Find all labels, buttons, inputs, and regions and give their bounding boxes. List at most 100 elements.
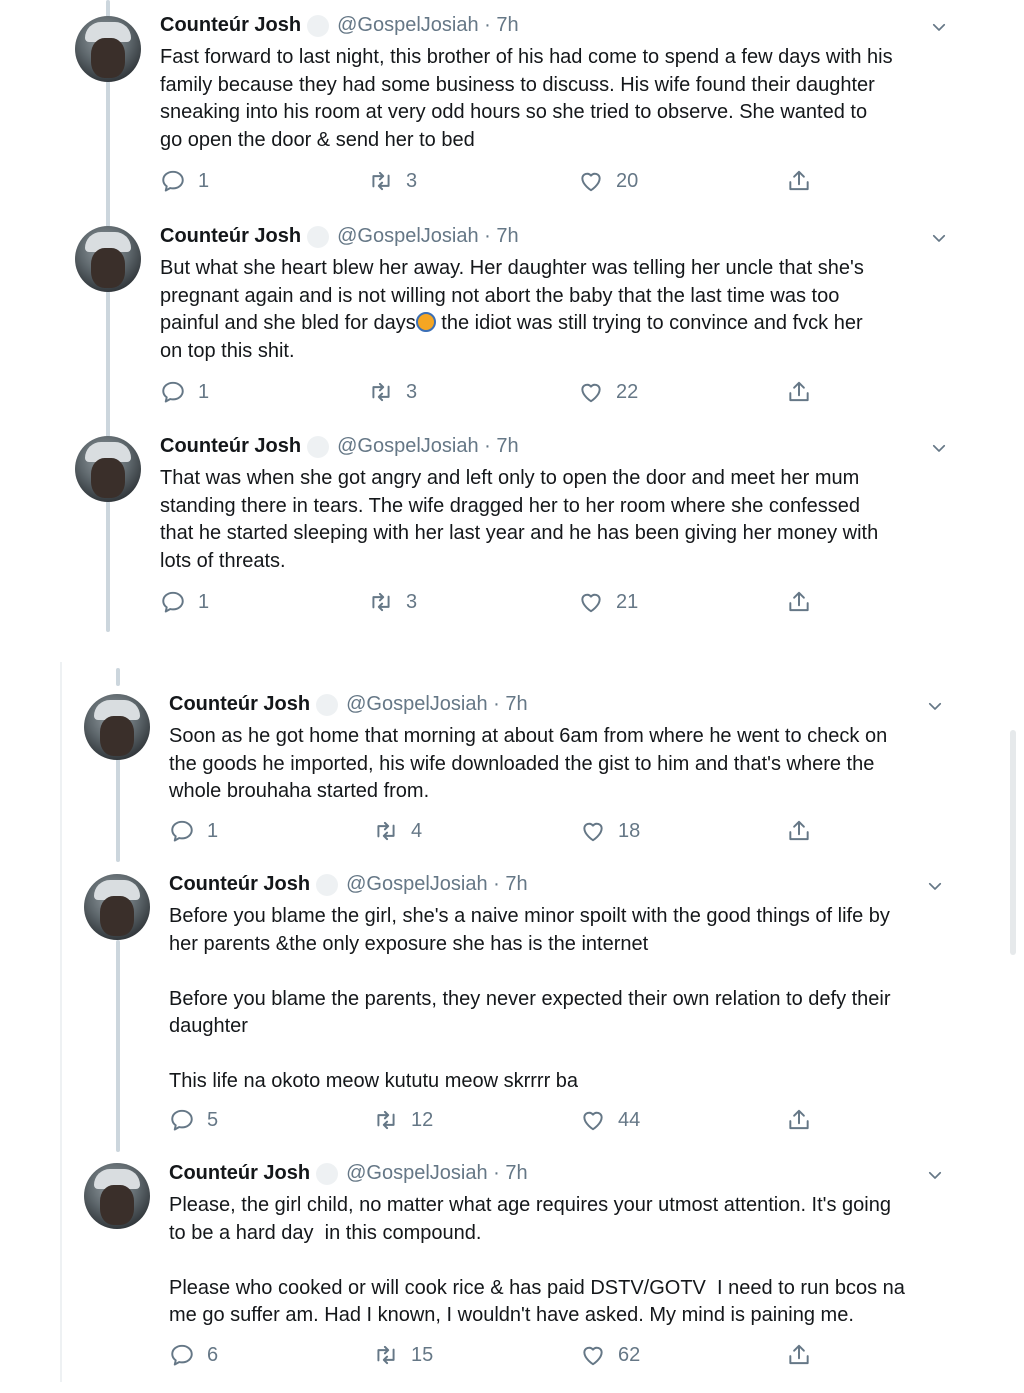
thread-line	[116, 750, 120, 862]
retweet-count: 4	[411, 819, 423, 842]
share-button[interactable]	[786, 1342, 824, 1368]
reply-button[interactable]: 6	[169, 1342, 218, 1368]
reply-icon	[169, 818, 195, 844]
tweet-text: Fast forward to last night, this brother…	[160, 46, 893, 151]
retweet-button[interactable]: 3	[368, 589, 417, 615]
thread-line	[116, 668, 120, 686]
avatar[interactable]	[84, 694, 150, 760]
avatar[interactable]	[84, 874, 150, 940]
like-button[interactable]: 44	[580, 1107, 640, 1133]
reply-button[interactable]: 1	[160, 589, 209, 615]
author-name[interactable]: Counteúr Josh	[169, 873, 310, 896]
chevron-down-icon[interactable]	[930, 18, 948, 36]
retweet-button[interactable]: 4	[373, 818, 422, 844]
reply-icon	[169, 1107, 195, 1133]
author-name[interactable]: Counteúr Josh	[169, 1162, 310, 1185]
share-icon	[786, 1107, 812, 1133]
author-handle[interactable]: @GospelJosiah · 7h	[337, 225, 519, 248]
retweet-count: 12	[411, 1108, 434, 1131]
reply-count: 5	[207, 1108, 219, 1131]
like-count: 22	[616, 380, 639, 403]
like-button[interactable]: 22	[578, 379, 638, 405]
chevron-down-icon[interactable]	[926, 877, 944, 895]
like-button[interactable]: 62	[580, 1342, 640, 1368]
share-button[interactable]	[786, 818, 824, 844]
retweet-button[interactable]: 12	[373, 1107, 433, 1133]
retweet-count: 3	[406, 169, 418, 192]
chevron-down-icon[interactable]	[926, 1166, 944, 1184]
retweet-button[interactable]: 3	[368, 168, 417, 194]
retweet-icon	[373, 818, 399, 844]
avatar[interactable]	[75, 226, 141, 292]
thread-line	[106, 0, 110, 632]
retweet-count: 15	[411, 1343, 434, 1366]
reply-count: 1	[207, 819, 219, 842]
reply-button[interactable]: 5	[169, 1107, 218, 1133]
like-button[interactable]: 20	[578, 168, 638, 194]
like-count: 44	[618, 1108, 641, 1131]
heart-icon	[580, 818, 606, 844]
retweet-icon	[373, 1107, 399, 1133]
reply-icon	[160, 589, 186, 615]
tweet-header: Counteúr Josh @GospelJosiah · 7h	[160, 225, 519, 248]
verified-badge-icon	[316, 1162, 339, 1185]
reply-button[interactable]: 1	[169, 818, 218, 844]
retweet-icon	[368, 168, 394, 194]
reply-button[interactable]: 1	[160, 379, 209, 405]
reply-count: 6	[207, 1343, 219, 1366]
avatar[interactable]	[75, 16, 141, 82]
reply-count: 1	[198, 169, 210, 192]
share-icon	[786, 818, 812, 844]
like-button[interactable]: 21	[578, 589, 638, 615]
author-name[interactable]: Counteúr Josh	[160, 225, 301, 248]
share-icon	[786, 1342, 812, 1368]
tweet-text: Soon as he got home that morning at abou…	[169, 725, 888, 802]
reply-count: 1	[198, 380, 210, 403]
author-handle[interactable]: @GospelJosiah · 7h	[346, 693, 528, 716]
share-button[interactable]	[786, 1107, 824, 1133]
retweet-icon	[373, 1342, 399, 1368]
verified-badge-icon	[307, 225, 330, 248]
panel-border	[60, 662, 62, 1382]
verified-badge-icon	[316, 693, 339, 716]
author-name[interactable]: Counteúr Josh	[169, 693, 310, 716]
avatar[interactable]	[84, 1163, 150, 1229]
tweet-text: That was when she got angry and left onl…	[160, 467, 879, 572]
author-handle[interactable]: @GospelJosiah · 7h	[346, 873, 528, 896]
heart-icon	[578, 168, 604, 194]
chevron-down-icon[interactable]	[930, 229, 948, 247]
thread-line	[116, 940, 120, 1152]
chevron-down-icon[interactable]	[926, 697, 944, 715]
reply-count: 1	[198, 590, 210, 613]
share-button[interactable]	[786, 589, 824, 615]
reply-button[interactable]: 1	[160, 168, 209, 194]
author-handle[interactable]: @GospelJosiah · 7h	[337, 14, 519, 37]
tweet-header: Counteúr Josh @GospelJosiah · 7h	[160, 14, 519, 37]
author-name[interactable]: Counteúr Josh	[160, 435, 301, 458]
verified-badge-icon	[307, 435, 330, 458]
retweet-button[interactable]: 15	[373, 1342, 433, 1368]
retweet-icon	[368, 589, 394, 615]
like-button[interactable]: 18	[580, 818, 640, 844]
like-count: 62	[618, 1343, 641, 1366]
heart-icon	[580, 1342, 606, 1368]
verified-badge-icon	[307, 14, 330, 37]
author-handle[interactable]: @GospelJosiah · 7h	[337, 435, 519, 458]
crying-emoji-icon	[415, 312, 436, 332]
retweet-button[interactable]: 3	[368, 379, 417, 405]
share-button[interactable]	[786, 379, 824, 405]
verified-badge-icon	[316, 873, 339, 896]
scrollbar[interactable]	[1010, 730, 1016, 955]
retweet-icon	[368, 379, 394, 405]
author-handle[interactable]: @GospelJosiah · 7h	[346, 1162, 528, 1185]
chevron-down-icon[interactable]	[930, 439, 948, 457]
tweet-header: Counteúr Josh @GospelJosiah · 7h	[169, 693, 528, 716]
share-icon	[786, 379, 812, 405]
retweet-count: 3	[406, 380, 418, 403]
like-count: 18	[618, 819, 641, 842]
avatar[interactable]	[75, 436, 141, 502]
author-name[interactable]: Counteúr Josh	[160, 14, 301, 37]
reply-icon	[169, 1342, 195, 1368]
retweet-count: 3	[406, 590, 418, 613]
share-button[interactable]	[786, 168, 824, 194]
